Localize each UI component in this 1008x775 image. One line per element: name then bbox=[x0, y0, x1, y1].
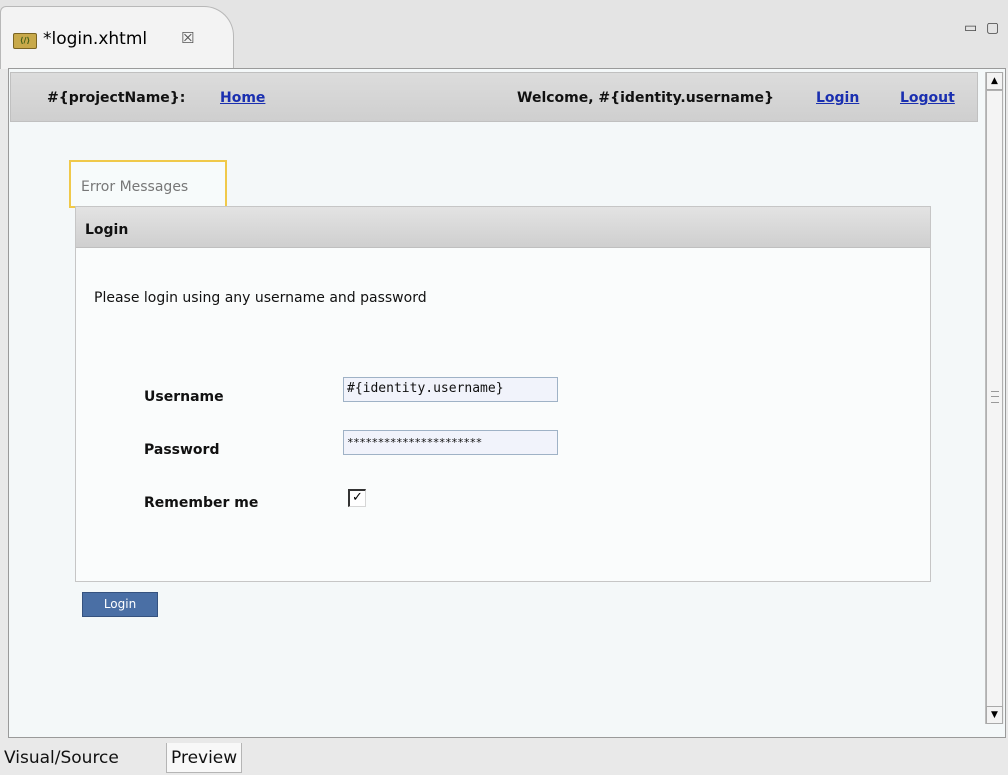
error-messages-label: Error Messages bbox=[81, 179, 189, 195]
vertical-scrollbar[interactable]: ▲ ▼ bbox=[985, 72, 1004, 724]
username-label: Username bbox=[144, 389, 224, 405]
page-header: #{projectName}: Home Welcome, #{identity… bbox=[10, 72, 978, 122]
scroll-up-button[interactable]: ▲ bbox=[986, 72, 1003, 90]
close-tab-icon[interactable]: ☒ bbox=[181, 29, 194, 47]
welcome-text: Welcome, #{identity.username} bbox=[517, 90, 774, 106]
editor-bottom-tabs: Visual/Source Preview bbox=[0, 740, 1008, 775]
login-panel-title: Login bbox=[85, 222, 129, 238]
editor-tab-title: *login.xhtml bbox=[43, 29, 148, 49]
xhtml-file-icon: ⟨/⟩ bbox=[13, 33, 37, 49]
minimize-icon[interactable]: ▭ bbox=[964, 20, 977, 36]
logout-link[interactable]: Logout bbox=[900, 90, 955, 106]
password-label: Password bbox=[144, 442, 220, 458]
login-button[interactable]: Login bbox=[82, 592, 158, 617]
editor-tab-strip: ⟨/⟩ *login.xhtml ☒ ▭ ▢ bbox=[0, 0, 1008, 69]
remember-me-checkbox[interactable]: ✓ bbox=[348, 489, 366, 507]
username-field[interactable]: #{identity.username} bbox=[343, 377, 558, 402]
error-messages-box: Error Messages bbox=[69, 160, 227, 208]
password-field[interactable]: ********************** bbox=[343, 430, 558, 455]
maximize-icon[interactable]: ▢ bbox=[986, 20, 999, 36]
home-link[interactable]: Home bbox=[220, 90, 265, 106]
login-instructions: Please login using any username and pass… bbox=[94, 290, 427, 306]
editor-tab[interactable]: ⟨/⟩ *login.xhtml ☒ bbox=[0, 6, 234, 69]
project-name: #{projectName}: bbox=[47, 90, 186, 106]
tab-visual-source[interactable]: Visual/Source bbox=[0, 743, 123, 773]
scroll-grip-icon bbox=[991, 391, 999, 403]
scroll-down-button[interactable]: ▼ bbox=[986, 706, 1003, 724]
tab-preview[interactable]: Preview bbox=[166, 743, 243, 773]
login-panel-header: Login bbox=[76, 207, 930, 248]
login-link[interactable]: Login bbox=[816, 90, 859, 106]
scroll-thumb[interactable] bbox=[986, 90, 1003, 710]
login-panel: Login Please login using any username an… bbox=[75, 206, 931, 582]
remember-me-label: Remember me bbox=[144, 495, 259, 511]
